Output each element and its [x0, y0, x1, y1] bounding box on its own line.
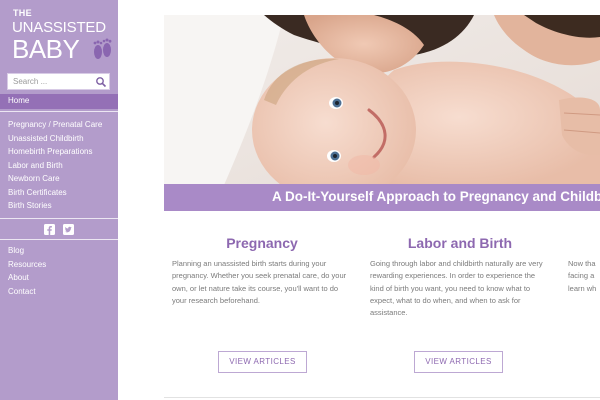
divider [0, 239, 118, 240]
search-input[interactable] [8, 74, 92, 89]
facebook-icon[interactable] [44, 224, 55, 235]
feature-description: Going through labor and childbirth natur… [370, 259, 543, 318]
view-articles-pregnancy-button[interactable]: VIEW ARTICLES [218, 351, 307, 373]
search-box [7, 73, 110, 90]
sidebar: THE UNASSISTED BABY Home [0, 0, 118, 400]
nav-item-homebirth-preparations[interactable]: Homebirth Preparations [8, 145, 102, 159]
hero-image [164, 15, 600, 185]
logo-text-the: THE [13, 8, 32, 18]
nav-item-unassisted-childbirth[interactable]: Unassisted Childbirth [8, 132, 102, 146]
secondary-nav: Blog Resources About Contact [8, 244, 46, 298]
feature-description: Planning an unassisted birth starts duri… [172, 259, 347, 305]
nav-item-contact[interactable]: Contact [8, 285, 46, 299]
search-icon[interactable] [95, 76, 107, 88]
nav-item-birth-stories[interactable]: Birth Stories [8, 199, 102, 213]
feature-description-line: facing a [568, 271, 595, 281]
nav-item-resources[interactable]: Resources [8, 258, 46, 272]
divider [164, 397, 600, 398]
site-logo[interactable]: THE UNASSISTED BABY [12, 8, 112, 64]
view-articles-labor-button[interactable]: VIEW ARTICLES [414, 351, 503, 373]
feature-labor-and-birth: Labor and Birth Going through labor and … [370, 234, 550, 319]
baby-feet-icon [93, 38, 112, 59]
divider [0, 111, 118, 112]
divider [0, 218, 118, 219]
nav-item-home-label: Home [8, 96, 30, 105]
logo-text-baby: BABY [12, 34, 80, 64]
social-links [44, 224, 74, 235]
feature-title: Labor and Birth [407, 235, 513, 251]
nav-item-pregnancy[interactable]: Pregnancy / Prenatal Care [8, 118, 102, 132]
feature-description-line: learn wh [568, 283, 597, 293]
nav-item-blog[interactable]: Blog [8, 244, 46, 258]
nav-item-home[interactable]: Home [0, 94, 118, 109]
twitter-icon[interactable] [63, 224, 74, 235]
primary-nav: Pregnancy / Prenatal Care Unassisted Chi… [8, 118, 102, 213]
feature-title: Pregnancy [226, 235, 298, 251]
hero-banner-text: A Do-It-Yourself Approach to Pregnancy a… [272, 189, 600, 204]
page: THE UNASSISTED BABY Home [0, 0, 600, 400]
feature-third-partial: Now tha facing a learn wh [568, 258, 600, 295]
nav-item-about[interactable]: About [8, 271, 46, 285]
feature-pregnancy: Pregnancy Planning an unassisted birth s… [172, 234, 352, 307]
nav-item-newborn-care[interactable]: Newborn Care [8, 172, 102, 186]
nav-item-labor-and-birth[interactable]: Labor and Birth [8, 159, 102, 173]
hero-banner: A Do-It-Yourself Approach to Pregnancy a… [164, 184, 600, 211]
hero-photo [164, 15, 600, 185]
nav-item-birth-certificates[interactable]: Birth Certificates [8, 186, 102, 200]
feature-description-line: Now tha [568, 259, 596, 268]
